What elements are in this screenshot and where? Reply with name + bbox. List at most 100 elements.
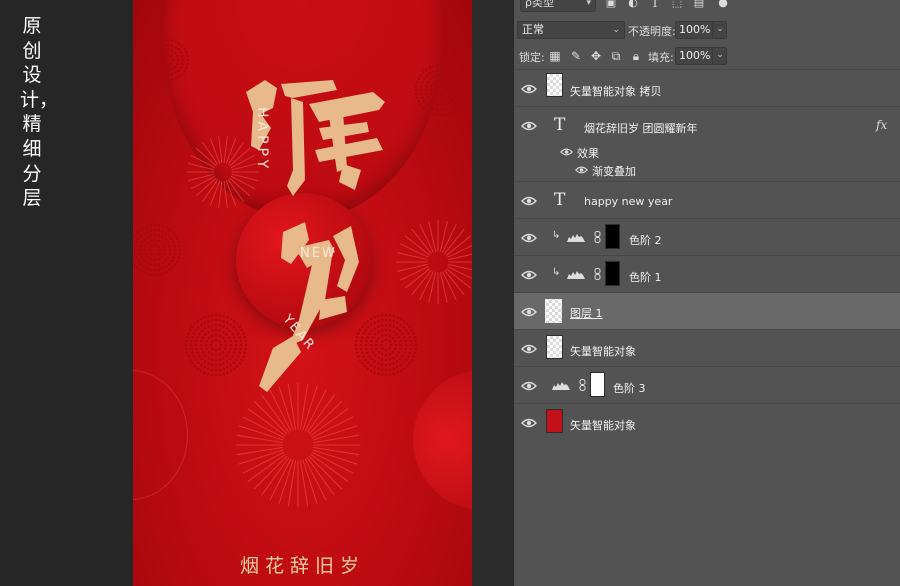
effect-row[interactable]: 渐变叠加 <box>514 161 900 179</box>
link-chain-icon[interactable] <box>594 231 601 243</box>
decor-dot <box>451 110 454 114</box>
decor-dot <box>203 315 206 319</box>
layer-name: 色阶 2 <box>629 234 662 247</box>
decor-dot <box>197 326 200 329</box>
eye-icon[interactable] <box>521 417 537 429</box>
decor-dot <box>170 237 173 241</box>
link-chain-icon[interactable] <box>579 379 586 391</box>
layer-mask-thumbnail[interactable] <box>590 372 605 397</box>
lock-position-icon[interactable]: ✥ <box>588 48 604 64</box>
layer-row[interactable]: 矢量智能对象 <box>514 329 900 366</box>
decor-dot <box>134 244 137 248</box>
decor-dot <box>425 74 429 78</box>
layer-mask-thumbnail[interactable] <box>605 261 620 286</box>
layer-row[interactable]: ↳ 色阶 2 <box>514 218 900 255</box>
decor-dot <box>414 339 418 343</box>
filter-adjustment-icon[interactable]: ◐ <box>626 0 640 10</box>
decor-dot <box>360 325 364 329</box>
decor-dot <box>229 369 233 373</box>
decor-dot <box>415 84 418 88</box>
firework-ray <box>223 136 228 164</box>
lock-artboard-icon[interactable]: ⧉ <box>608 48 624 64</box>
layer-row-selected[interactable]: 图层 1 <box>514 292 900 329</box>
decor-dot <box>454 68 457 72</box>
filter-smart-object-icon[interactable]: ▤ <box>692 0 706 10</box>
decor-dot <box>143 259 146 262</box>
layer-row[interactable]: ↳ 色阶 1 <box>514 255 900 292</box>
eye-icon[interactable] <box>575 165 588 175</box>
layer-row[interactable]: T 烟花辞旧岁 团圆耀新年 fx <box>514 106 900 143</box>
decor-dot <box>200 323 203 327</box>
decor-dot <box>206 372 210 376</box>
lock-paint-icon[interactable]: ✎ <box>568 48 584 64</box>
firework-right <box>396 220 472 304</box>
layer-row[interactable]: T happy new year <box>514 181 900 218</box>
lock-all-icon[interactable]: 🔒︎ <box>628 48 644 64</box>
lock-transparent-icon[interactable]: ▦ <box>547 48 563 64</box>
eye-icon[interactable] <box>521 83 537 95</box>
clipping-arrow-icon: ↳ <box>552 230 561 241</box>
decor-dot <box>186 355 190 358</box>
decor-dot <box>403 351 406 354</box>
decor-dot <box>177 48 180 51</box>
decor-dot <box>370 357 374 361</box>
decor-dot <box>218 324 222 327</box>
decor-dot <box>369 343 373 347</box>
decor-dot <box>449 88 453 92</box>
fx-icon[interactable]: fx <box>876 118 887 132</box>
eye-icon[interactable] <box>521 232 537 244</box>
decor-dot <box>377 330 380 334</box>
eye-icon[interactable] <box>521 343 537 355</box>
decor-dot <box>157 54 161 58</box>
effects-header-row[interactable]: 效果 <box>514 143 900 161</box>
decor-dot <box>366 336 369 339</box>
layer-row[interactable]: 矢量智能对象 <box>514 403 900 440</box>
layer-row[interactable]: 色阶 3 <box>514 366 900 403</box>
decor-dot <box>373 327 377 330</box>
eye-icon[interactable] <box>521 195 537 207</box>
eye-icon[interactable] <box>521 269 537 281</box>
decor-dot <box>162 49 166 53</box>
decor-dot <box>392 330 395 334</box>
decor-dot <box>394 343 398 347</box>
decor-dot <box>146 235 149 239</box>
happy-vertical-text: HAPPY <box>254 107 270 173</box>
decor-dot <box>388 329 392 332</box>
filter-kind-select[interactable]: ρ类型 ▾ <box>520 0 596 12</box>
decor-dot <box>174 71 177 75</box>
decor-dot <box>377 356 380 360</box>
decor-dot <box>229 343 233 347</box>
decor-dot <box>373 360 377 363</box>
decor-dot <box>417 100 421 103</box>
decor-dot <box>188 328 192 332</box>
decor-dot <box>431 112 435 116</box>
filter-toggle-icon[interactable]: ● <box>716 0 730 10</box>
decor-dot <box>151 58 155 62</box>
eye-icon[interactable] <box>521 306 537 318</box>
decor-dot <box>366 367 370 371</box>
decor-dot <box>439 73 443 77</box>
decor-dot <box>162 78 166 81</box>
decor-dot <box>356 355 360 358</box>
blend-mode-select[interactable]: 正常 ⌄ <box>517 21 625 39</box>
eye-icon[interactable] <box>560 147 573 157</box>
layer-mask-thumbnail[interactable] <box>605 224 620 249</box>
decor-dot <box>389 343 393 347</box>
decor-dot <box>188 358 192 362</box>
opacity-dropdown-button[interactable]: ⌄ <box>712 21 727 39</box>
decor-dot <box>177 256 181 260</box>
link-chain-icon[interactable] <box>594 268 601 280</box>
decor-dot <box>392 325 395 328</box>
filter-type-icon[interactable]: T <box>648 0 662 10</box>
decor-dot <box>421 81 424 84</box>
eye-icon[interactable] <box>521 380 537 392</box>
fill-dropdown-button[interactable]: ⌄ <box>712 47 727 65</box>
filter-pixel-icon[interactable]: ▣ <box>604 0 618 10</box>
filter-shape-icon[interactable]: ⬚ <box>670 0 684 10</box>
decor-dot <box>370 363 373 367</box>
eye-icon[interactable] <box>521 120 537 132</box>
decor-dot <box>396 321 399 325</box>
decor-dot <box>388 363 392 366</box>
decor-dot <box>159 40 162 43</box>
layer-row[interactable]: 矢量智能对象 拷贝 <box>514 69 900 106</box>
